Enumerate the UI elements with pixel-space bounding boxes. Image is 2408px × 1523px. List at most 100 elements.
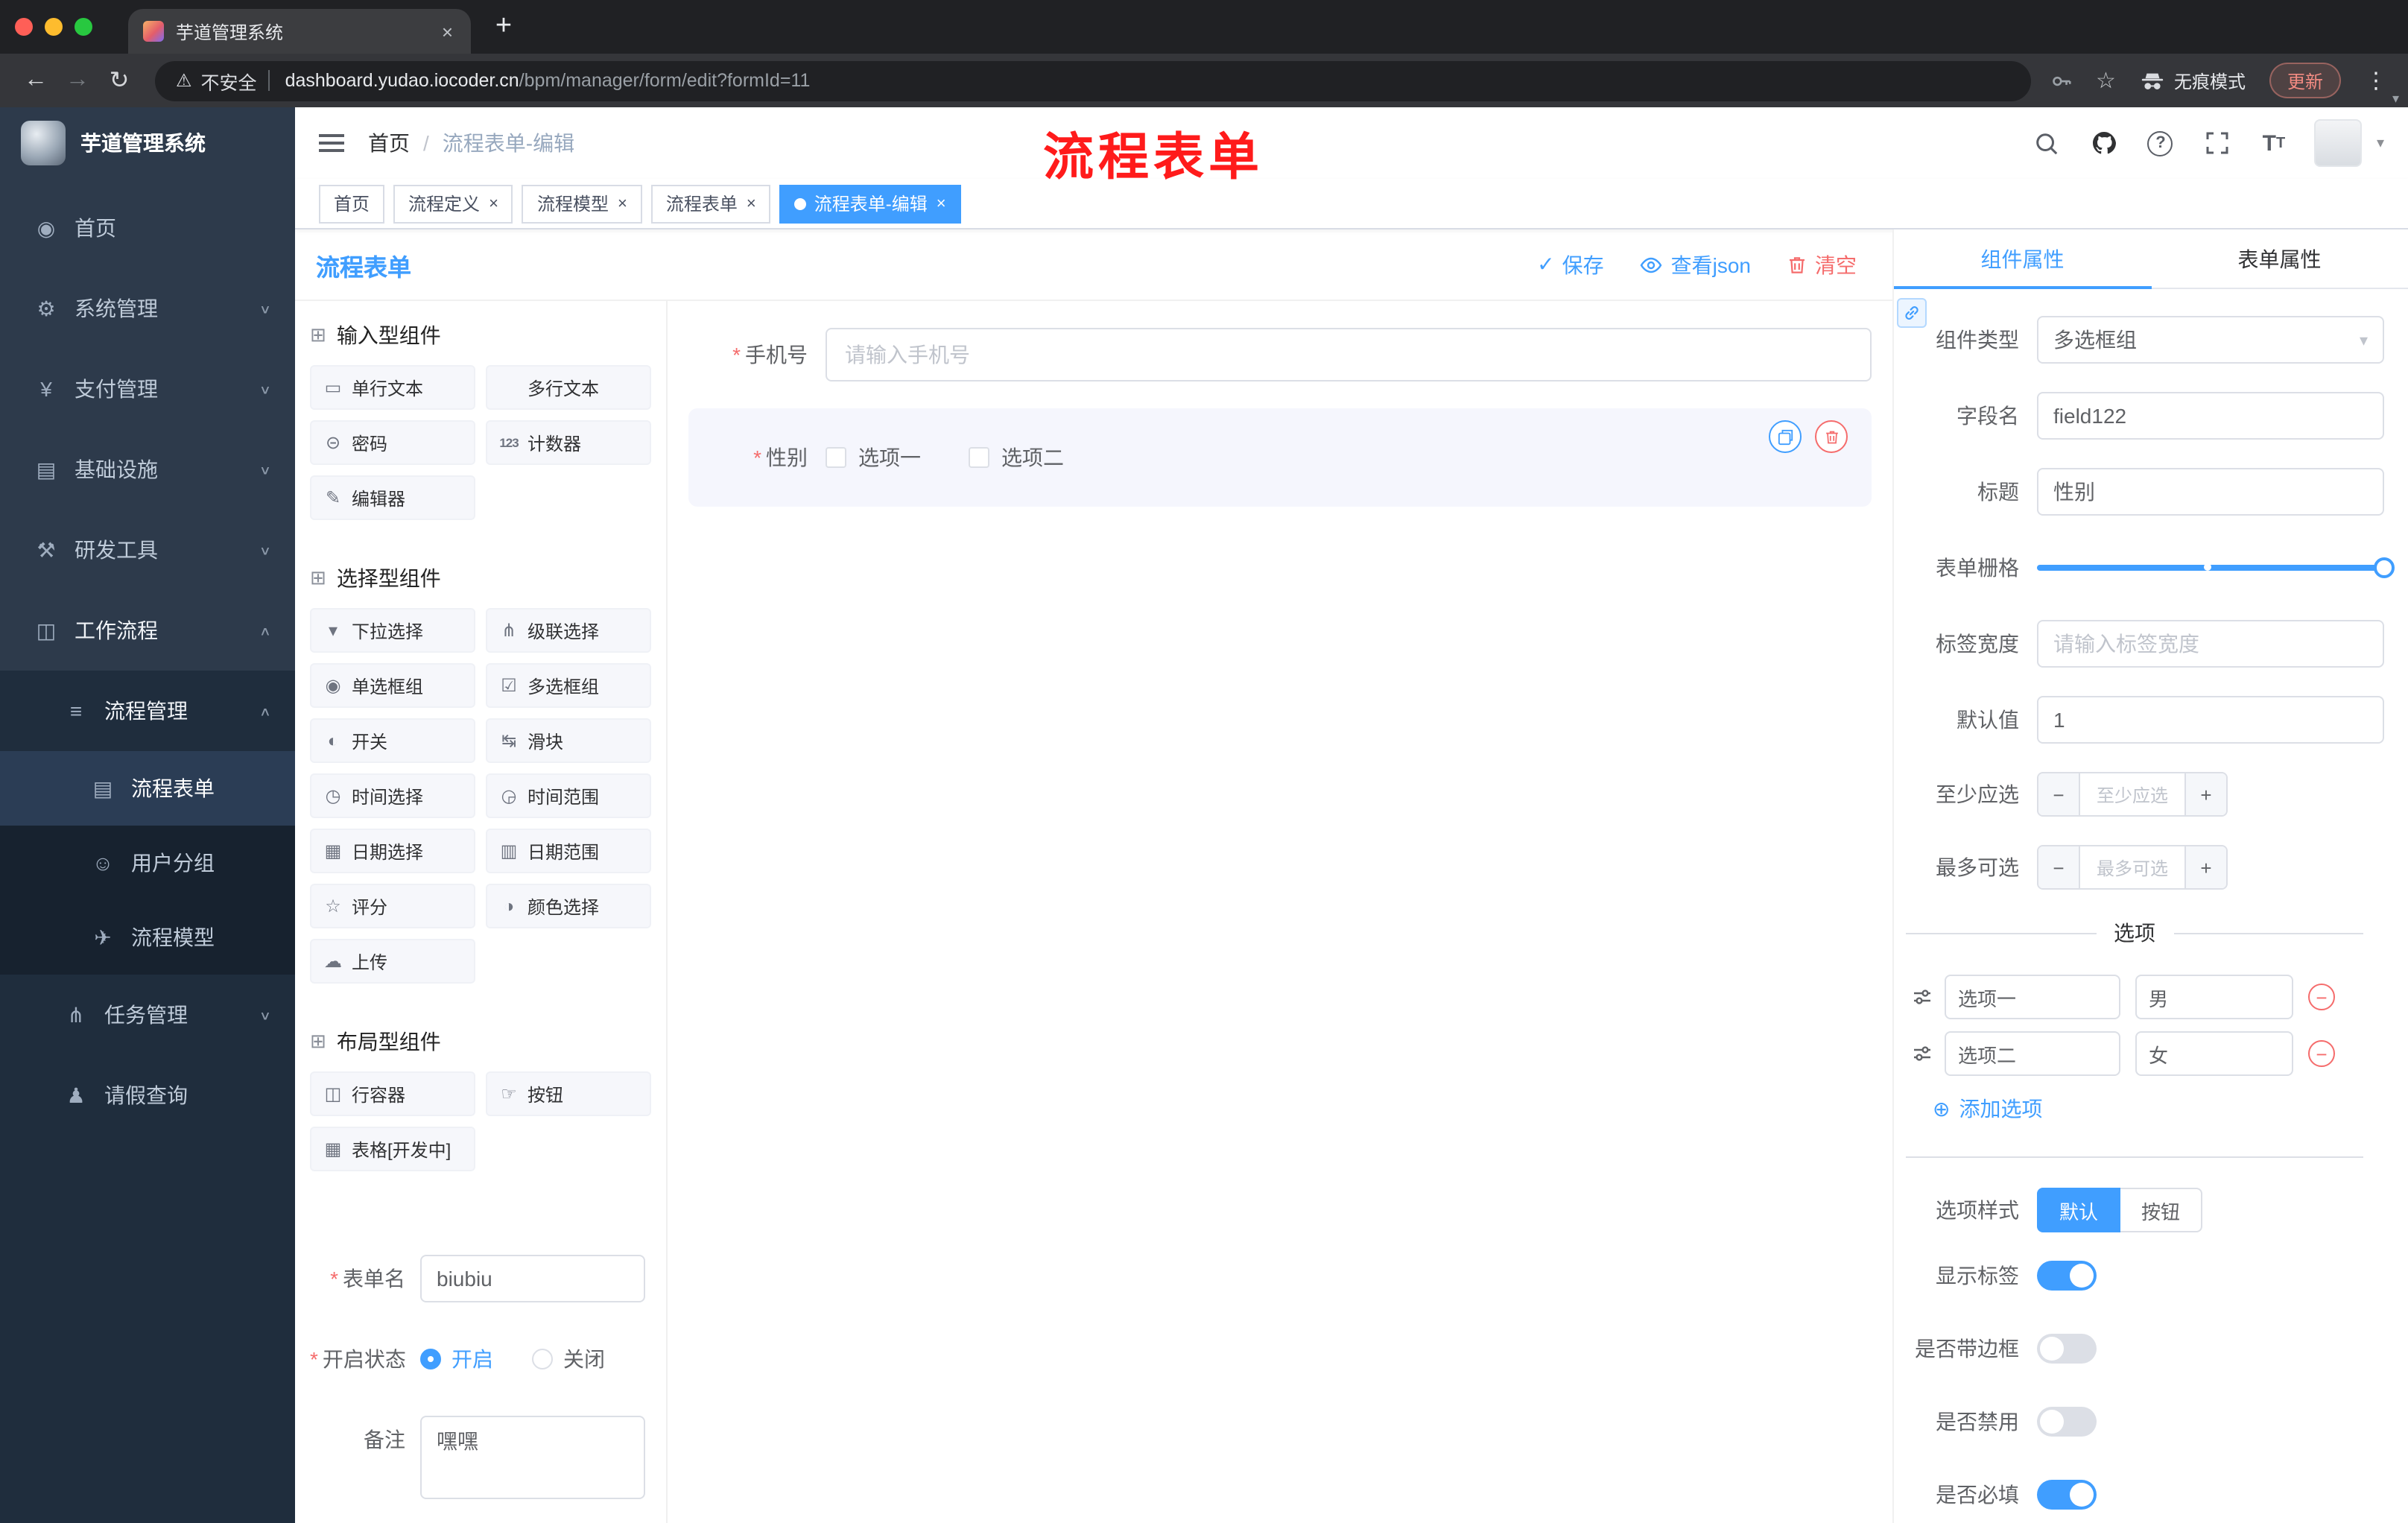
label-width-input[interactable]: [2037, 620, 2384, 668]
component-item-date-picker[interactable]: ▦ 日期选择: [310, 829, 475, 873]
update-button[interactable]: 更新: [2269, 63, 2341, 98]
fullscreen-icon[interactable]: [2201, 127, 2234, 159]
disabled-toggle[interactable]: [2037, 1407, 2097, 1437]
component-item-table[interactable]: ▦ 表格[开发中]: [310, 1127, 475, 1171]
maximize-window-button[interactable]: [75, 18, 92, 36]
new-tab-button[interactable]: +: [483, 6, 525, 48]
component-item-button[interactable]: ☞ 按钮: [486, 1071, 651, 1116]
option-label-input[interactable]: [1945, 975, 2120, 1019]
tag-process-definition[interactable]: 流程定义 ×: [393, 184, 513, 223]
view-json-button[interactable]: 查看json: [1640, 250, 1751, 279]
tag-process-form[interactable]: 流程表单 ×: [650, 184, 771, 223]
increase-button[interactable]: +: [2184, 846, 2226, 888]
default-value-input[interactable]: [2037, 696, 2384, 744]
component-item-password[interactable]: ⊝ 密码: [310, 420, 475, 465]
checkbox-option-2[interactable]: 选项二: [969, 443, 1064, 472]
decrease-button[interactable]: −: [2038, 846, 2080, 888]
component-item-slider[interactable]: ↹ 滑块: [486, 718, 651, 763]
component-item-single-line-text[interactable]: ▭ 单行文本: [310, 365, 475, 410]
tag-process-model[interactable]: 流程模型 ×: [522, 184, 642, 223]
font-size-icon[interactable]: TT: [2258, 127, 2290, 159]
back-icon[interactable]: ←: [15, 60, 57, 101]
forward-icon[interactable]: →: [57, 60, 98, 101]
sidebar-item-payment-management[interactable]: ¥ 支付管理 ∨: [0, 349, 295, 429]
tab-close-icon[interactable]: ×: [439, 20, 456, 42]
sidebar-item-home[interactable]: ◉ 首页: [0, 188, 295, 268]
drag-handle-icon[interactable]: [1912, 987, 1933, 1007]
component-item-rate[interactable]: ☆ 评分: [310, 884, 475, 928]
close-icon[interactable]: ×: [747, 194, 756, 212]
component-item-color-picker[interactable]: ◑ 颜色选择: [486, 884, 651, 928]
save-button[interactable]: ✓ 保存: [1537, 250, 1603, 279]
sidebar-item-process-management[interactable]: ≡ 流程管理 ∧: [0, 671, 295, 751]
component-item-time-range[interactable]: ◶ 时间范围: [486, 773, 651, 818]
field-name-input[interactable]: [2037, 392, 2384, 440]
reload-icon[interactable]: ↻: [98, 60, 140, 101]
delete-field-button[interactable]: [1815, 420, 1848, 453]
tag-home[interactable]: 首页: [319, 184, 385, 223]
close-icon[interactable]: ×: [937, 194, 946, 212]
component-item-row-container[interactable]: ◫ 行容器: [310, 1071, 475, 1116]
user-avatar[interactable]: [2313, 119, 2362, 167]
border-toggle[interactable]: [2037, 1334, 2097, 1364]
grid-slider[interactable]: [2037, 544, 2395, 592]
sidebar-item-dev-tools[interactable]: ⚒ 研发工具 ∨: [0, 510, 295, 590]
component-item-cascader[interactable]: ⋔ 级联选择: [486, 608, 651, 653]
style-default-button[interactable]: 默认: [2037, 1188, 2121, 1232]
show-label-toggle[interactable]: [2037, 1261, 2097, 1291]
radio-status-off[interactable]: 关闭: [532, 1344, 605, 1374]
component-item-switch[interactable]: ◐ 开关: [310, 718, 475, 763]
close-icon[interactable]: ×: [618, 194, 627, 212]
decrease-button[interactable]: −: [2038, 773, 2080, 815]
component-item-multi-line-text[interactable]: 多行文本: [486, 365, 651, 410]
tag-process-form-edit[interactable]: 流程表单-编辑 ×: [779, 184, 961, 223]
add-option-button[interactable]: ⊕ 添加选项: [1933, 1094, 2384, 1124]
search-icon[interactable]: [2031, 127, 2064, 159]
max-select-value[interactable]: 最多可选: [2080, 846, 2184, 888]
sidebar-item-infrastructure[interactable]: ▤ 基础设施 ∨: [0, 429, 295, 510]
component-item-counter[interactable]: 123 计数器: [486, 420, 651, 465]
close-icon[interactable]: ×: [489, 194, 498, 212]
increase-button[interactable]: +: [2184, 773, 2226, 815]
sidebar-item-process-form[interactable]: ▤ 流程表单: [0, 751, 295, 826]
address-bar[interactable]: ⚠ 不安全 dashboard.yudao.iocoder.cn /bpm/ma…: [155, 60, 2031, 101]
component-type-select[interactable]: 多选框组 ▾: [2037, 316, 2384, 364]
sidebar-item-user-group[interactable]: ☺ 用户分组: [0, 826, 295, 900]
slider-track[interactable]: [2037, 557, 2395, 578]
minimize-window-button[interactable]: [45, 18, 63, 36]
browser-menu-icon[interactable]: ⋮: [2359, 67, 2393, 94]
min-select-value[interactable]: 至少应选: [2080, 773, 2184, 815]
browser-tab[interactable]: 芋道管理系统 ×: [128, 9, 471, 54]
sidebar-item-system-management[interactable]: ⚙ 系统管理 ∨: [0, 268, 295, 349]
sidebar-item-process-model[interactable]: ✈ 流程模型: [0, 900, 295, 975]
title-input[interactable]: [2037, 468, 2384, 516]
component-item-select[interactable]: ▾ 下拉选择: [310, 608, 475, 653]
close-window-button[interactable]: [15, 18, 33, 36]
remove-option-button[interactable]: −: [2308, 984, 2335, 1010]
drag-handle-icon[interactable]: [1912, 1043, 1933, 1064]
github-icon[interactable]: [2088, 127, 2120, 159]
component-item-rich-editor[interactable]: ✎ 编辑器: [310, 475, 475, 520]
avatar-caret-icon[interactable]: ▾: [2377, 135, 2384, 151]
option-value-input[interactable]: [2135, 975, 2293, 1019]
sidebar-item-leave-query[interactable]: ♟ 请假查询: [0, 1055, 295, 1136]
style-button-button[interactable]: 按钮: [2120, 1188, 2203, 1232]
phone-input[interactable]: [826, 328, 1872, 381]
download-caret-icon[interactable]: ▾: [2392, 91, 2399, 107]
checkbox-option-1[interactable]: 选项一: [826, 443, 921, 472]
password-key-icon[interactable]: [2045, 64, 2078, 97]
sidebar-item-task-management[interactable]: ⋔ 任务管理 ∨: [0, 975, 295, 1055]
component-item-radio-group[interactable]: ◉ 单选框组: [310, 663, 475, 708]
sidebar-item-workflow[interactable]: ◫ 工作流程 ∧: [0, 590, 295, 671]
component-item-checkbox-group[interactable]: ☑ 多选框组: [486, 663, 651, 708]
component-item-time-picker[interactable]: ◷ 时间选择: [310, 773, 475, 818]
form-remark-textarea[interactable]: 嘿嘿: [420, 1416, 645, 1499]
option-value-input[interactable]: [2135, 1031, 2293, 1076]
tab-component-props[interactable]: 组件属性: [1894, 229, 2151, 289]
hamburger-icon[interactable]: [319, 130, 344, 156]
remove-option-button[interactable]: −: [2308, 1040, 2335, 1067]
option-label-input[interactable]: [1945, 1031, 2120, 1076]
tab-form-props[interactable]: 表单属性: [2151, 229, 2408, 288]
copy-field-button[interactable]: [1769, 420, 1802, 453]
slider-handle[interactable]: [2374, 557, 2395, 578]
